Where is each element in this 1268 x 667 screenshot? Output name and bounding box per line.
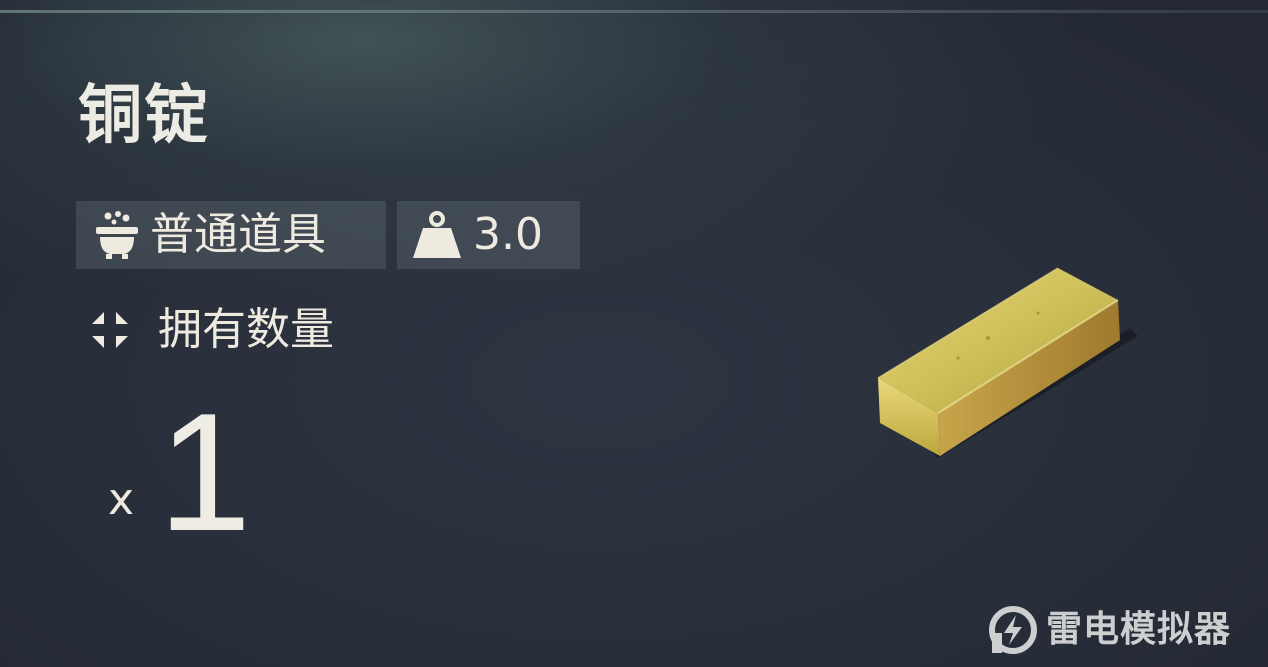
owned-quantity-label: 拥有数量 [158, 304, 334, 355]
item-name: 铜锭 [78, 79, 210, 153]
weight-value: 3.0 [473, 209, 543, 260]
watermark: 雷电模拟器 [988, 604, 1231, 656]
ingot-image [868, 258, 1138, 472]
owned-row: 拥有数量 [88, 296, 334, 364]
lightning-logo-icon [988, 605, 1038, 655]
cauldron-icon [94, 210, 140, 260]
crosshair-icon [88, 308, 132, 352]
weight-icon [411, 210, 463, 260]
top-divider [0, 10, 1268, 13]
quantity-value: 1 [158, 378, 252, 566]
rarity-label: 普通道具 [150, 209, 326, 260]
rarity-tag: 普通道具 [76, 201, 386, 269]
quantity-prefix: x [108, 474, 135, 525]
weight-tag: 3.0 [397, 201, 580, 269]
watermark-text: 雷电模拟器 [1046, 609, 1232, 650]
